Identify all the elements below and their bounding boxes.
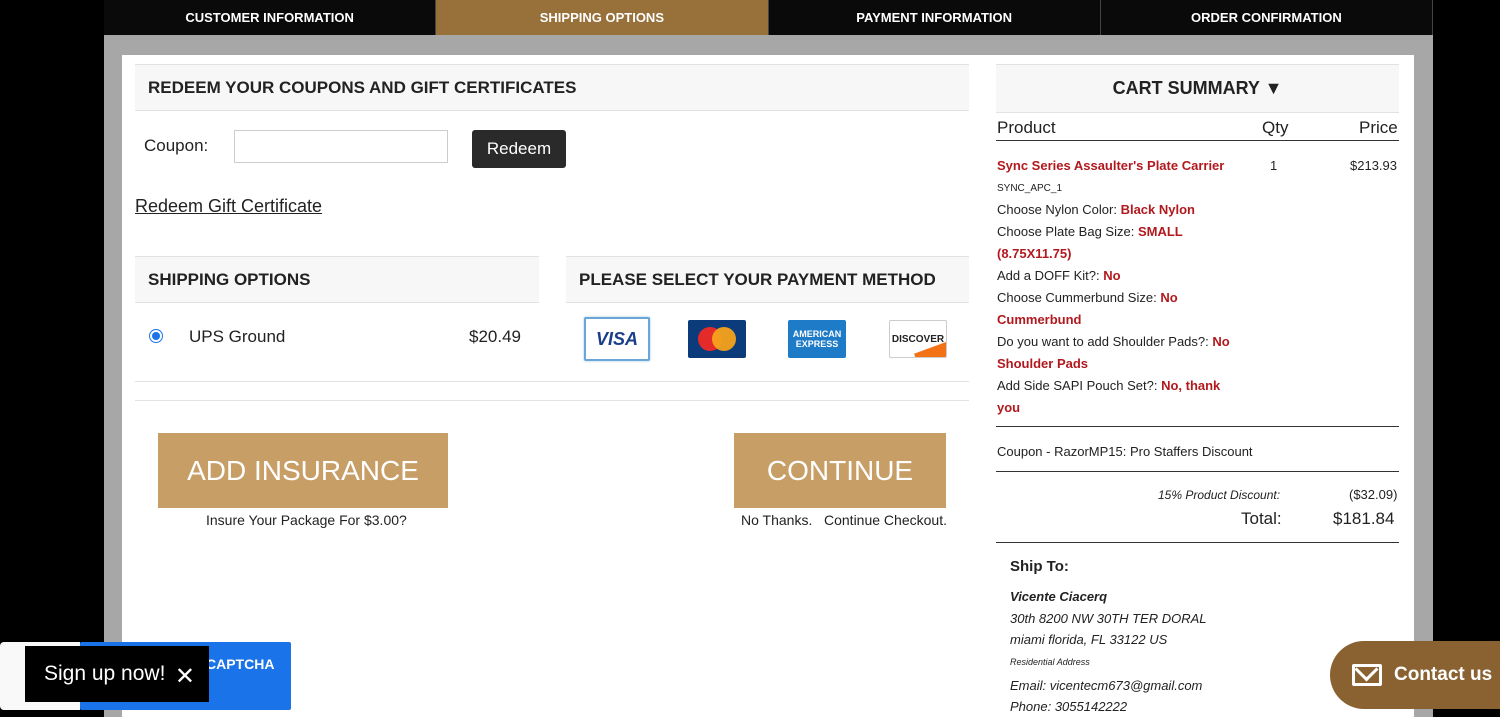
ship-to-address-type: Residential Address: [1010, 657, 1090, 667]
visa-card-label: VISA: [595, 328, 638, 349]
mail-icon: [1352, 664, 1382, 686]
insurance-subtext: Insure Your Package For $3.00?: [206, 512, 407, 528]
close-icon[interactable]: ✕: [175, 662, 195, 691]
divider: [135, 381, 969, 382]
ship-to-title: Ship To:: [1010, 558, 1069, 575]
option-label: Do you want to add Shoulder Pads?:: [997, 334, 1209, 349]
option-label: Choose Cummerbund Size:: [997, 290, 1157, 305]
cart-item-qty: 1: [1270, 158, 1278, 173]
cart-item-name[interactable]: Sync Series Assaulter's Plate Carrier: [997, 155, 1224, 177]
discount-label: 15% Product Discount:: [1158, 488, 1281, 502]
cart-summary-toggle[interactable]: CART SUMMARY ▼: [996, 64, 1399, 113]
cart-item-sku: SYNC_APC_1: [997, 183, 1063, 194]
cart-item-options: Choose Nylon Color: Black Nylon Choose P…: [997, 199, 1237, 419]
step-payment-information[interactable]: PAYMENT INFORMATION: [769, 0, 1101, 35]
option-row: Do you want to add Shoulder Pads?: No Sh…: [997, 331, 1237, 375]
ship-to-line2: miami florida, FL 33122 US: [1010, 632, 1168, 647]
cart-item-price: $213.93: [1350, 158, 1397, 173]
cart-header-qty: Qty: [1262, 118, 1289, 137]
coupon-label: Coupon:: [144, 136, 209, 155]
cart-coupon-line: Coupon - RazorMP15: Pro Staffers Discoun…: [997, 444, 1253, 459]
ship-to-line1: 30th 8200 NW 30TH TER DORAL: [1010, 611, 1207, 626]
total-value: $181.84: [1333, 509, 1395, 528]
coupon-input[interactable]: [234, 130, 448, 163]
discover-label: DISCOVER: [891, 333, 945, 345]
step-shipping-options[interactable]: SHIPPING OPTIONS: [436, 0, 769, 35]
option-label: Choose Nylon Color:: [997, 202, 1117, 217]
continue-button[interactable]: CONTINUE: [734, 433, 946, 508]
redeem-gift-certificate-link[interactable]: Redeem Gift Certificate: [135, 196, 322, 217]
signup-popup[interactable]: Sign up now! ✕: [25, 646, 209, 702]
checkout-steps: CUSTOMER INFORMATION SHIPPING OPTIONS PA…: [104, 0, 1433, 36]
option-label: Add Side SAPI Pouch Set?:: [997, 378, 1158, 393]
payment-method-heading: PLEASE SELECT YOUR PAYMENT METHOD: [566, 256, 969, 303]
coupons-heading: REDEEM YOUR COUPONS AND GIFT CERTIFICATE…: [135, 64, 969, 111]
contact-us-button[interactable]: Contact us: [1330, 641, 1500, 709]
divider: [996, 426, 1399, 427]
divider: [996, 140, 1399, 141]
option-row: Choose Nylon Color: Black Nylon: [997, 199, 1237, 221]
option-label: Add a DOFF Kit?:: [997, 268, 1100, 283]
divider: [996, 471, 1399, 472]
american-express-icon[interactable]: AMERICAN EXPRESS: [788, 320, 846, 358]
option-label: Choose Plate Bag Size:: [997, 224, 1135, 239]
option-row: Add Side SAPI Pouch Set?: No, thank you: [997, 375, 1237, 419]
shipping-option-label: UPS Ground: [189, 327, 286, 346]
mastercard-icon[interactable]: [688, 320, 746, 358]
continue-subtext[interactable]: No Thanks. Continue Checkout.: [741, 512, 947, 528]
option-row: Choose Cummerbund Size: No Cummerbund: [997, 287, 1237, 331]
option-row: Choose Plate Bag Size: SMALL (8.75X11.75…: [997, 221, 1237, 265]
visa-card-icon[interactable]: VISA: [584, 317, 650, 361]
option-value: Black Nylon: [1120, 202, 1195, 217]
shipping-option-price: $20.49: [469, 327, 521, 346]
contact-label: Contact us: [1394, 664, 1493, 685]
option-row: Add a DOFF Kit?: No: [997, 265, 1237, 287]
step-customer-information[interactable]: CUSTOMER INFORMATION: [104, 0, 437, 35]
divider: [996, 542, 1399, 543]
ups-ground-radio[interactable]: [149, 329, 163, 343]
cart-header-product: Product: [997, 118, 1056, 137]
amex-label: AMERICAN EXPRESS: [792, 329, 842, 349]
redeem-button[interactable]: Redeem: [472, 130, 566, 168]
step-order-confirmation[interactable]: ORDER CONFIRMATION: [1101, 0, 1433, 35]
add-insurance-button[interactable]: ADD INSURANCE: [158, 433, 448, 508]
total-label: Total:: [1241, 509, 1282, 528]
recaptcha-label: CAPTCHA: [206, 656, 275, 672]
divider: [135, 400, 969, 401]
discover-card-icon[interactable]: DISCOVER: [889, 320, 947, 358]
ship-to-email: Email: vicentecm673@gmail.com: [1010, 678, 1203, 693]
discount-value: ($32.09): [1349, 487, 1398, 502]
ship-to-name: Vicente Ciacerq: [1010, 589, 1108, 604]
shipping-options-heading: SHIPPING OPTIONS: [135, 256, 539, 303]
signup-label: Sign up now!: [44, 662, 166, 685]
option-value: No: [1103, 268, 1121, 283]
ship-to-phone: Phone: 3055142222: [1010, 699, 1128, 714]
cart-header-price: Price: [1359, 118, 1398, 137]
